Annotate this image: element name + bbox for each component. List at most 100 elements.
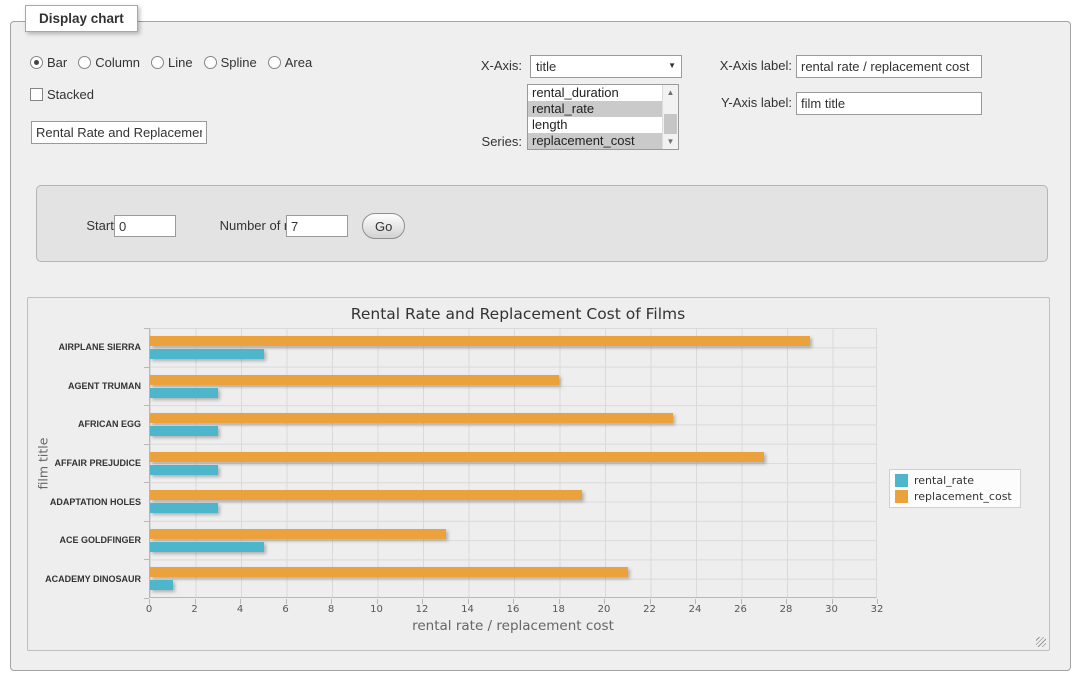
bar-replacement_cost[interactable] xyxy=(150,529,446,539)
stacked-label: Stacked xyxy=(47,87,94,102)
legend-item-rental_rate[interactable]: rental_rate xyxy=(895,474,1012,487)
bar-replacement_cost[interactable] xyxy=(150,375,559,385)
chart-type-radio-group: Bar Column Line Spline Area xyxy=(30,55,312,70)
y-axis-label-label: Y-Axis label: xyxy=(700,95,792,110)
bar-replacement_cost[interactable] xyxy=(150,490,582,500)
radio-label: Bar xyxy=(47,55,67,70)
bar-rental_rate[interactable] xyxy=(150,580,173,590)
x-tick-label: 18 xyxy=(539,604,579,615)
x-tick-label: 14 xyxy=(448,604,488,615)
bar-rental_rate[interactable] xyxy=(150,349,264,359)
x-axis-select-value: title xyxy=(536,59,556,74)
series-listbox[interactable]: rental_durationrental_ratelengthreplacem… xyxy=(527,84,679,150)
chart-legend: rental_rate replacement_cost xyxy=(889,469,1021,508)
x-tick-label: 0 xyxy=(129,604,169,615)
category-label: AFFAIR PREJUDICE xyxy=(36,458,141,468)
y-tick-mark xyxy=(144,482,149,483)
stacked-checkbox[interactable] xyxy=(30,88,43,101)
stacked-checkbox-row[interactable]: Stacked xyxy=(30,87,94,102)
category-label: AGENT TRUMAN xyxy=(36,381,141,391)
bar-rental_rate[interactable] xyxy=(150,503,218,513)
x-tick-label: 32 xyxy=(857,604,897,615)
radio-label: Spline xyxy=(221,55,257,70)
radio-icon[interactable] xyxy=(151,56,164,69)
resize-handle-icon[interactable] xyxy=(1036,637,1046,647)
category-label: AIRPLANE SIERRA xyxy=(36,342,141,352)
radio-line[interactable]: Line xyxy=(151,55,193,70)
page: Display chart Bar Column Line Spline Area St… xyxy=(0,0,1081,681)
chart-title-input[interactable] xyxy=(31,121,207,144)
category-label: ADAPTATION HOLES xyxy=(36,497,141,507)
bar-replacement_cost[interactable] xyxy=(150,567,628,577)
series-option-replacement_cost[interactable]: replacement_cost xyxy=(528,133,662,149)
x-tick-label: 16 xyxy=(493,604,533,615)
radio-bar[interactable]: Bar xyxy=(30,55,67,70)
x-tick-label: 24 xyxy=(675,604,715,615)
series-scrollbar[interactable]: ▲ ▼ xyxy=(662,85,678,149)
x-tick-label: 26 xyxy=(721,604,761,615)
legend-swatch-icon xyxy=(895,474,908,487)
go-button[interactable]: Go xyxy=(362,213,405,239)
bar-replacement_cost[interactable] xyxy=(150,413,673,423)
series-select-label: Series: xyxy=(430,134,522,149)
radio-area[interactable]: Area xyxy=(268,55,312,70)
x-tick-label: 6 xyxy=(266,604,306,615)
bar-rental_rate[interactable] xyxy=(150,426,218,436)
radio-column[interactable]: Column xyxy=(78,55,140,70)
legend-label: replacement_cost xyxy=(914,490,1012,503)
row-range-panel: Start row: Number of rows: Go xyxy=(36,185,1048,262)
bar-replacement_cost[interactable] xyxy=(150,336,810,346)
radio-label: Line xyxy=(168,55,193,70)
scroll-up-icon[interactable]: ▲ xyxy=(663,85,678,100)
y-tick-mark xyxy=(144,559,149,560)
legend-label: rental_rate xyxy=(914,474,974,487)
series-option-rental_duration[interactable]: rental_duration xyxy=(528,85,662,101)
legend-item-replacement_cost[interactable]: replacement_cost xyxy=(895,490,1012,503)
chart-x-axis-title: rental rate / replacement cost xyxy=(313,618,713,634)
bar-rental_rate[interactable] xyxy=(150,388,218,398)
bar-rental_rate[interactable] xyxy=(150,542,264,552)
radio-spline[interactable]: Spline xyxy=(204,55,257,70)
x-tick-label: 10 xyxy=(357,604,397,615)
chevron-down-icon: ▼ xyxy=(668,61,676,70)
series-options: rental_durationrental_ratelengthreplacem… xyxy=(528,85,662,149)
x-axis-select[interactable]: title ▼ xyxy=(530,55,682,78)
bar-rental_rate[interactable] xyxy=(150,465,218,475)
x-axis-label-label: X-Axis label: xyxy=(700,58,792,73)
chart-panel: Rental Rate and Replacement Cost of Film… xyxy=(27,297,1050,651)
scroll-down-icon[interactable]: ▼ xyxy=(663,134,678,149)
y-axis-label-input[interactable] xyxy=(796,92,982,115)
series-option-rental_rate[interactable]: rental_rate xyxy=(528,101,662,117)
x-axis-select-label: X-Axis: xyxy=(430,58,522,73)
number-of-rows-input[interactable] xyxy=(286,215,348,237)
category-label: ACADEMY DINOSAUR xyxy=(36,574,141,584)
y-tick-mark xyxy=(144,521,149,522)
radio-icon[interactable] xyxy=(204,56,217,69)
x-tick-label: 8 xyxy=(311,604,351,615)
bar-replacement_cost[interactable] xyxy=(150,452,764,462)
x-tick-label: 4 xyxy=(220,604,260,615)
fieldset-legend: Display chart xyxy=(25,5,138,32)
y-tick-mark xyxy=(144,444,149,445)
scrollbar-thumb[interactable] xyxy=(664,114,677,134)
x-tick-label: 20 xyxy=(584,604,624,615)
y-tick-mark xyxy=(144,328,149,329)
radio-icon[interactable] xyxy=(78,56,91,69)
radio-label: Column xyxy=(95,55,140,70)
series-option-length[interactable]: length xyxy=(528,117,662,133)
x-tick-label: 28 xyxy=(766,604,806,615)
radio-icon[interactable] xyxy=(30,56,43,69)
x-axis-label-input[interactable] xyxy=(796,55,982,78)
y-tick-mark xyxy=(144,405,149,406)
category-label: AFRICAN EGG xyxy=(36,419,141,429)
category-label: ACE GOLDFINGER xyxy=(36,535,141,545)
y-tick-mark xyxy=(144,367,149,368)
radio-icon[interactable] xyxy=(268,56,281,69)
legend-swatch-icon xyxy=(895,490,908,503)
x-tick-label: 2 xyxy=(175,604,215,615)
start-row-input[interactable] xyxy=(114,215,176,237)
x-tick-label: 12 xyxy=(402,604,442,615)
x-tick-label: 22 xyxy=(630,604,670,615)
chart-title: Rental Rate and Replacement Cost of Film… xyxy=(28,305,1008,323)
chart-plot-area xyxy=(149,328,877,598)
